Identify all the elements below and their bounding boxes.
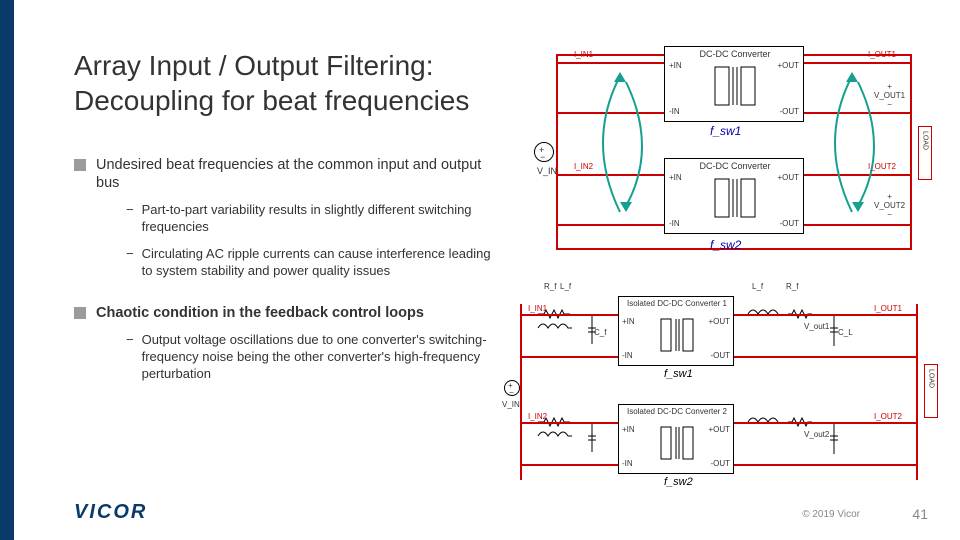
input-filter-2 (534, 392, 618, 480)
dash: − (126, 202, 134, 236)
load-box: LOAD (924, 364, 938, 418)
title-line-1: Array Input / Output Filtering: (74, 50, 434, 81)
accent-bar (0, 0, 14, 540)
dash: − (126, 246, 134, 280)
bullet-1-sub-1-text: Part-to-part variability results in slig… (142, 202, 494, 236)
vin-label: V_IN (502, 400, 520, 409)
converter-2: DC-DC Converter +IN -IN +OUT -OUT (664, 158, 804, 234)
converter-1: Isolated DC-DC Converter 1 +IN -IN +OUT … (618, 296, 734, 366)
pin-out-p: +OUT (777, 61, 799, 70)
pin-out-p: +OUT (708, 317, 730, 326)
body-content: Undesired beat frequencies at the common… (74, 150, 494, 383)
slide-title: Array Input / Output Filtering: Decoupli… (74, 48, 469, 118)
iout1-label: I_OUT1 (868, 50, 896, 59)
bullet-2-sub-1-text: Output voltage oscillations due to one c… (142, 332, 494, 383)
lf1-label: L_f (560, 282, 571, 291)
conv1-title: Isolated DC-DC Converter 1 (625, 299, 729, 308)
iin1-label: I_IN1 (528, 304, 547, 313)
bullet-1: Undesired beat frequencies at the common… (74, 156, 494, 192)
load-label: LOAD (927, 369, 936, 388)
transformer-icon (705, 175, 765, 221)
transformer-icon (705, 63, 765, 109)
vout2-label: +V_OUT2− (874, 192, 905, 219)
title-line-2: Decoupling for beat frequencies (74, 85, 469, 116)
voltage-source-icon: + − (534, 142, 554, 162)
copyright: © 2019 Vicor (802, 509, 860, 520)
pin-out-n: -OUT (779, 107, 799, 116)
bullet-2-text: Chaotic condition in the feedback contro… (96, 304, 424, 322)
pin-in-p: +IN (622, 317, 635, 326)
fsw1-label: f_sw1 (710, 124, 741, 138)
pin-out-n: -OUT (710, 459, 730, 468)
pin-in-n: -IN (669, 219, 680, 228)
page-number: 41 (912, 506, 928, 522)
vout1-label: +V_OUT1− (874, 82, 905, 109)
pin-in-n: -IN (669, 107, 680, 116)
iout1-label: I_OUT1 (874, 304, 902, 313)
transformer-icon (655, 423, 699, 465)
rf1-label: R_f (544, 282, 556, 291)
fsw2-label: f_sw2 (664, 476, 693, 488)
bullet-1-sub-2-text: Circulating AC ripple currents can cause… (142, 246, 494, 280)
diagram-bottom: + − V_IN LOAD Isolated DC-DC Converter 1… (504, 284, 934, 498)
conv2-title: DC-DC Converter (665, 161, 805, 171)
dash: − (126, 332, 134, 383)
pin-in-p: +IN (669, 61, 682, 70)
iin1-label: I_IN1 (574, 50, 593, 59)
bullet-marker (74, 307, 86, 319)
vicor-logo: VICOR (74, 501, 147, 524)
circulating-arrow-left (580, 72, 660, 222)
iout2-label: I_OUT2 (868, 162, 896, 171)
pin-in-p: +IN (669, 173, 682, 182)
bullet-marker (74, 159, 86, 171)
bullet-2: Chaotic condition in the feedback contro… (74, 304, 494, 322)
cl1-label: C_L (838, 328, 853, 337)
bullet-1-sub-2: − Circulating AC ripple currents can cau… (126, 246, 494, 280)
fsw2-label: f_sw2 (710, 238, 741, 252)
lf-out1-label: L_f (752, 282, 763, 291)
converter-2: Isolated DC-DC Converter 2 +IN -IN +OUT … (618, 404, 734, 474)
rf-out1-label: R_f (786, 282, 798, 291)
pin-in-p: +IN (622, 425, 635, 434)
iin2-label: I_IN2 (574, 162, 593, 171)
load-label: LOAD (921, 131, 930, 150)
bullet-1-text: Undesired beat frequencies at the common… (96, 156, 494, 192)
pin-in-n: -IN (622, 351, 633, 360)
transformer-icon (655, 315, 699, 357)
converter-1: DC-DC Converter +IN -IN +OUT -OUT (664, 46, 804, 122)
pin-in-n: -IN (622, 459, 633, 468)
bullet-2-sub-1: − Output voltage oscillations due to one… (126, 332, 494, 383)
pin-out-n: -OUT (710, 351, 730, 360)
vout1-label: V_out1 (804, 322, 829, 331)
conv1-title: DC-DC Converter (665, 49, 805, 59)
conv2-title: Isolated DC-DC Converter 2 (625, 407, 729, 416)
cf1-label: C_f (594, 328, 606, 337)
iout2-label: I_OUT2 (874, 412, 902, 421)
bullet-1-sub-1: − Part-to-part variability results in sl… (126, 202, 494, 236)
iin2-label: I_IN2 (528, 412, 547, 421)
pin-out-p: +OUT (777, 173, 799, 182)
pin-out-p: +OUT (708, 425, 730, 434)
vout2-label: V_out2 (804, 430, 829, 439)
pin-out-n: -OUT (779, 219, 799, 228)
fsw1-label: f_sw1 (664, 368, 693, 380)
load-box: LOAD (918, 126, 932, 180)
diagram-top: + − V_IN LOAD DC-DC Converter +IN -IN +O… (534, 42, 934, 268)
voltage-source-icon: + − (504, 380, 520, 396)
